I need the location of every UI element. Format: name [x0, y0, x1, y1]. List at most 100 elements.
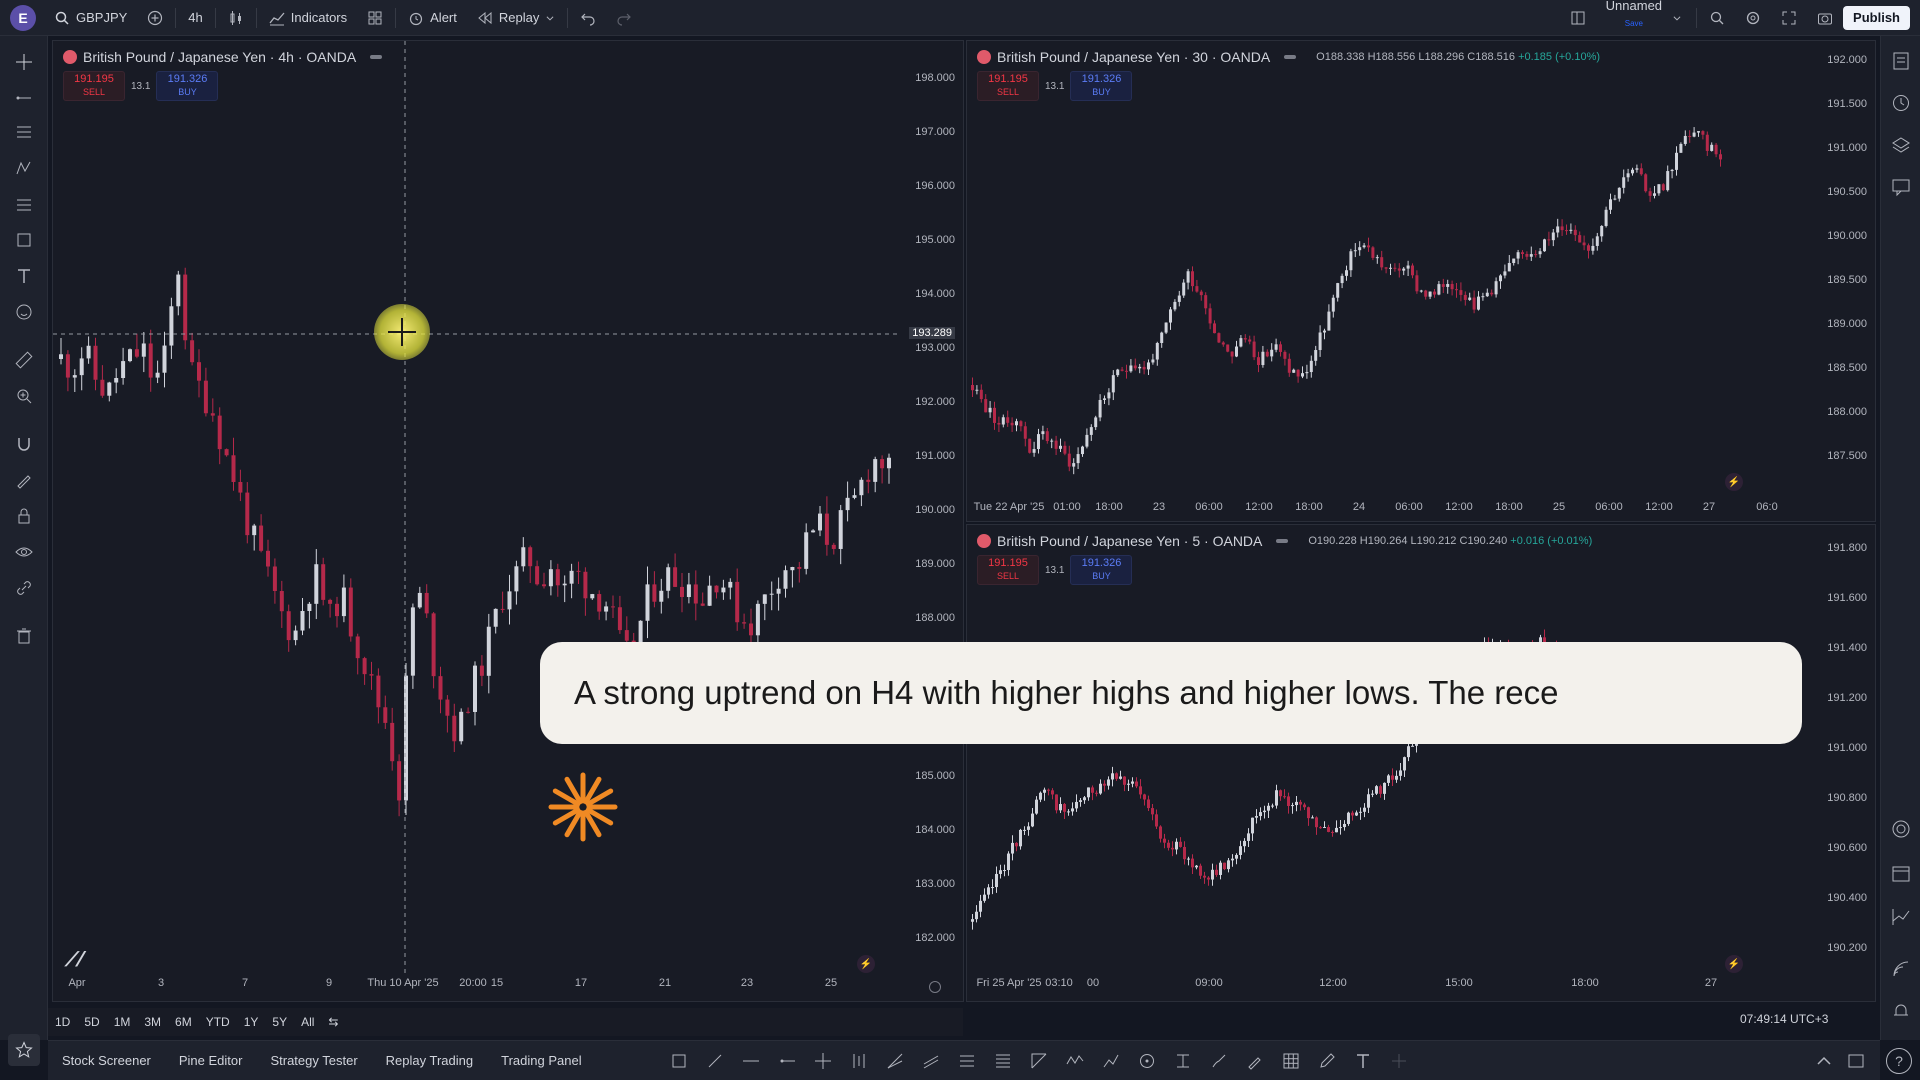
maximize-panel-icon[interactable] — [1846, 1051, 1866, 1071]
range-button[interactable]: YTD — [199, 1015, 237, 1029]
bottom-tab[interactable]: Trading Panel — [487, 1053, 595, 1068]
crossline-icon[interactable] — [812, 1050, 834, 1072]
stay-in-drawing-icon[interactable] — [12, 468, 36, 492]
clock[interactable]: 07:49:14 UTC+3 — [1740, 1012, 1828, 1026]
pattern-tool-icon[interactable] — [12, 156, 36, 180]
lightning-icon[interactable]: ⚡ — [857, 955, 875, 973]
text-tool-icon[interactable] — [12, 264, 36, 288]
gann-icon[interactable] — [1028, 1050, 1050, 1072]
crosshair-tool-icon[interactable] — [12, 50, 36, 74]
range-button[interactable]: 1M — [107, 1015, 138, 1029]
pencil-icon[interactable] — [1316, 1050, 1338, 1072]
compare-button[interactable] — [137, 0, 173, 36]
range-button[interactable]: 1D — [48, 1015, 77, 1029]
lightning-icon[interactable]: ⚡ — [1725, 473, 1743, 491]
target-icon[interactable] — [1890, 818, 1912, 840]
publish-button[interactable]: Publish — [1843, 5, 1910, 30]
price-axis-5m[interactable]: 191.800 191.600 191.400 191.200 191.000 190.8… — [1815, 525, 1875, 979]
buy-button[interactable]: 191.326 BUY — [156, 71, 219, 101]
buy-button[interactable]: 191.326 BUY — [1070, 555, 1133, 585]
goto-date-icon[interactable]: ⇆ — [321, 1015, 345, 1029]
layout-select-button[interactable] — [1560, 0, 1596, 36]
collapse-legend-icon[interactable] — [370, 55, 383, 59]
bottom-tab[interactable]: Replay Trading — [372, 1053, 487, 1068]
path-icon[interactable] — [1100, 1050, 1122, 1072]
quick-search-button[interactable] — [1699, 0, 1735, 36]
help-icon[interactable]: ? — [1886, 1048, 1912, 1074]
time-axis-4h[interactable]: Apr 3 7 9 Thu 10 Apr '25 20:00 15 17 21 23 25 — [53, 977, 963, 997]
chart-pane-4h[interactable]: British Pound / Japanese Yen · 4h · OAND… — [52, 40, 964, 1002]
emoji-tool-icon[interactable] — [12, 300, 36, 324]
buy-button[interactable]: 191.326 BUY — [1070, 71, 1133, 101]
calendar-icon[interactable] — [1890, 862, 1912, 884]
signal-icon[interactable] — [1890, 958, 1912, 980]
shapes-tool-icon[interactable] — [12, 228, 36, 252]
crosshair-add-icon[interactable] — [1388, 1050, 1410, 1072]
user-avatar[interactable]: E — [10, 4, 36, 31]
trash-icon[interactable] — [12, 624, 36, 648]
zoom-tool-icon[interactable] — [12, 384, 36, 408]
collapse-legend-icon[interactable] — [1284, 55, 1297, 59]
watchlist-icon[interactable] — [1890, 50, 1912, 72]
measure-icon[interactable] — [1172, 1050, 1194, 1072]
ruler-tool-icon[interactable] — [12, 348, 36, 372]
fib-extension-icon[interactable] — [992, 1050, 1014, 1072]
chart-pane-30m[interactable]: British Pound / Japanese Yen · 30 · OAND… — [966, 40, 1876, 522]
fib-retracement-icon[interactable] — [956, 1050, 978, 1072]
sell-button[interactable]: 191.195 SELL — [977, 71, 1039, 101]
symbol-search[interactable]: GBPJPY — [44, 0, 137, 36]
range-button[interactable]: 6M — [168, 1015, 199, 1029]
magnet-tool-icon[interactable] — [12, 432, 36, 456]
replay-button[interactable]: Replay — [467, 0, 565, 36]
lines-tool-icon[interactable] — [12, 120, 36, 144]
settings-button[interactable] — [1735, 0, 1771, 36]
brush-icon[interactable] — [1208, 1050, 1230, 1072]
highlighter-icon[interactable] — [1244, 1050, 1266, 1072]
horizontal-line-icon[interactable] — [740, 1050, 762, 1072]
price-axis-4h[interactable]: 198.000 197.000 196.000 195.000 194.000 193.0… — [903, 41, 963, 981]
chat-icon[interactable] — [1890, 176, 1912, 198]
range-button[interactable]: 5Y — [265, 1015, 294, 1029]
horizontal-ray-icon[interactable] — [776, 1050, 798, 1072]
fib-tool-icon[interactable] — [12, 192, 36, 216]
interval-button[interactable]: 4h — [178, 0, 212, 36]
lightning-icon[interactable]: ⚡ — [1725, 955, 1743, 973]
bottom-tab[interactable]: Pine Editor — [165, 1053, 257, 1068]
circle-tool-icon[interactable] — [1136, 1050, 1158, 1072]
trendline-tool-icon[interactable] — [704, 1050, 726, 1072]
chart-pane-5m[interactable]: British Pound / Japanese Yen · 5 · OANDA… — [966, 524, 1876, 1002]
range-button[interactable]: 3M — [137, 1015, 168, 1029]
pitchfork-icon[interactable] — [848, 1050, 870, 1072]
lock-icon[interactable] — [12, 504, 36, 528]
wave-icon[interactable] — [1064, 1050, 1086, 1072]
collapse-panel-icon[interactable] — [1814, 1051, 1834, 1071]
undo-button[interactable] — [570, 0, 606, 36]
sell-button[interactable]: 191.195 SELL — [977, 555, 1039, 585]
grid-tool-icon[interactable] — [1280, 1050, 1302, 1072]
trendline-tool-icon[interactable] — [12, 86, 36, 110]
eye-icon[interactable] — [12, 540, 36, 564]
alert-button[interactable]: Alert — [398, 0, 467, 36]
rectangle-tool-icon[interactable] — [668, 1050, 690, 1072]
chart-type-button[interactable] — [218, 0, 254, 36]
bell-icon[interactable] — [1890, 1000, 1912, 1022]
layout-name[interactable]: Unnamed Save — [1596, 0, 1672, 36]
bottom-tab[interactable]: Stock Screener — [48, 1053, 165, 1068]
chevron-down-icon[interactable] — [1672, 10, 1682, 26]
time-axis-30m[interactable]: Tue 22 Apr '25 01:00 18:00 23 06:00 12:00 18:0… — [967, 501, 1875, 521]
snapshot-button[interactable] — [1807, 0, 1843, 36]
layers-icon[interactable] — [1890, 134, 1912, 156]
bottom-tab[interactable]: Strategy Tester — [256, 1053, 371, 1068]
watchlist-star-button[interactable] — [8, 1034, 40, 1066]
sell-button[interactable]: 191.195 SELL — [63, 71, 125, 101]
fan-icon[interactable] — [884, 1050, 906, 1072]
parallel-channel-icon[interactable] — [920, 1050, 942, 1072]
text-tool-icon[interactable] — [1352, 1050, 1374, 1072]
collapse-legend-icon[interactable] — [1276, 539, 1289, 543]
fullscreen-button[interactable] — [1771, 0, 1807, 36]
chart-analysis-icon[interactable] — [1890, 906, 1912, 928]
price-axis-30m[interactable]: 192.000 191.500 191.000 190.500 190.000 189.5… — [1815, 41, 1875, 501]
redo-button[interactable] — [606, 0, 642, 36]
range-button[interactable]: All — [294, 1015, 321, 1029]
range-button[interactable]: 1Y — [237, 1015, 266, 1029]
